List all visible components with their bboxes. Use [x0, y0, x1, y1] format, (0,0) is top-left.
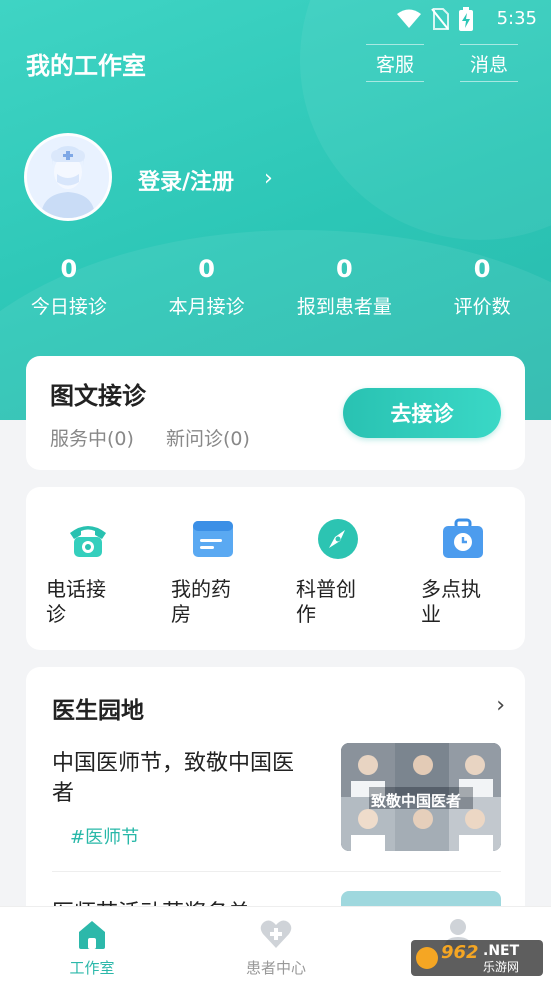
login-register-link[interactable]: 登录/注册: [138, 164, 234, 196]
thumbnail-caption: 致敬中国医者: [371, 792, 462, 810]
service-label: 多点执业: [421, 577, 481, 626]
watermark-suffix: .NET: [483, 943, 520, 959]
tab-label: 患者中心: [245, 959, 306, 977]
start-consult-button[interactable]: 去接诊: [343, 388, 501, 438]
stat-value: 0: [473, 255, 491, 283]
divider: [52, 871, 501, 872]
chevron-right-icon[interactable]: ›: [264, 166, 273, 191]
article-title[interactable]: 中国医师节，致敬中国医者: [52, 749, 312, 809]
service-phone-consult[interactable]: 电话接诊: [46, 517, 146, 627]
section-title: 医生园地: [52, 698, 144, 724]
services-card: 电话接诊 我的药房 科普创作 多点执业: [26, 487, 525, 650]
doctor-garden-card: 医生园地 › 中国医师节，致敬中国医者 #医师节 致敬中国医者 医师节活动获奖名…: [26, 667, 525, 927]
tab-label: 工作室: [69, 959, 115, 977]
page-title: 我的工作室: [26, 52, 146, 80]
consult-card: 图文接诊 服务中(0) 新问诊(0) 去接诊: [26, 356, 525, 470]
article-tag[interactable]: #医师节: [70, 823, 139, 849]
watermark-number: 962: [441, 942, 479, 963]
service-label: 科普创作: [296, 577, 356, 626]
stats-row: 0 今日接诊 0 本月接诊 0 报到患者量 0 评价数: [0, 252, 551, 319]
watermark-logo: 962 .NET 乐游网: [411, 940, 543, 976]
telephone-icon: [70, 526, 106, 557]
stat-label: 报到患者量: [296, 296, 392, 318]
home-icon: [79, 921, 105, 949]
customer-service-label: 客服: [375, 53, 414, 76]
doctor-avatar-icon: [27, 136, 109, 218]
stat-patients[interactable]: 0 报到患者量: [276, 252, 414, 319]
tab-patient-center[interactable]: 患者中心: [216, 917, 336, 978]
avatar[interactable]: [24, 133, 112, 221]
stat-value: 0: [60, 255, 78, 283]
service-multi-practice[interactable]: 多点执业: [421, 517, 521, 627]
stat-today[interactable]: 0 今日接诊: [0, 252, 138, 319]
battery-charging-icon: [459, 7, 473, 31]
stat-month[interactable]: 0 本月接诊: [138, 252, 276, 319]
pharmacy-card-icon: [193, 521, 233, 557]
service-pharmacy[interactable]: 我的药房: [171, 517, 271, 627]
bottom-tab-bar: 工作室 患者中心 962 .NET 乐游网: [0, 906, 551, 982]
article-thumbnail[interactable]: 致敬中国医者: [341, 743, 501, 851]
messages-button[interactable]: 消息: [451, 44, 527, 82]
stat-value: 0: [336, 255, 353, 283]
status-bar: 5:35: [0, 0, 551, 40]
no-sim-icon: [431, 8, 449, 30]
stat-label: 本月接诊: [168, 296, 245, 318]
heart-plus-icon: [260, 920, 292, 948]
stat-label: 评价数: [453, 296, 511, 318]
service-label: 电话接诊: [46, 577, 106, 626]
tab-studio[interactable]: 工作室: [32, 917, 152, 978]
consult-title: 图文接诊: [50, 382, 146, 410]
service-science[interactable]: 科普创作: [296, 517, 396, 627]
stat-reviews[interactable]: 0 评价数: [413, 252, 551, 319]
in-service-count[interactable]: 服务中(0): [50, 424, 134, 451]
service-label: 我的药房: [171, 577, 231, 626]
watermark-text: 乐游网: [483, 960, 520, 974]
wifi-icon: [397, 9, 421, 28]
briefcase-clock-icon: [443, 518, 483, 558]
chevron-right-icon[interactable]: ›: [496, 693, 505, 718]
new-inquiry-count[interactable]: 新问诊(0): [166, 424, 250, 451]
compass-icon: [318, 519, 358, 559]
messages-label: 消息: [469, 53, 508, 76]
status-time: 5:35: [496, 8, 537, 29]
customer-service-button[interactable]: 客服: [357, 44, 433, 82]
stat-value: 0: [198, 255, 215, 283]
stat-label: 今日接诊: [30, 296, 107, 318]
